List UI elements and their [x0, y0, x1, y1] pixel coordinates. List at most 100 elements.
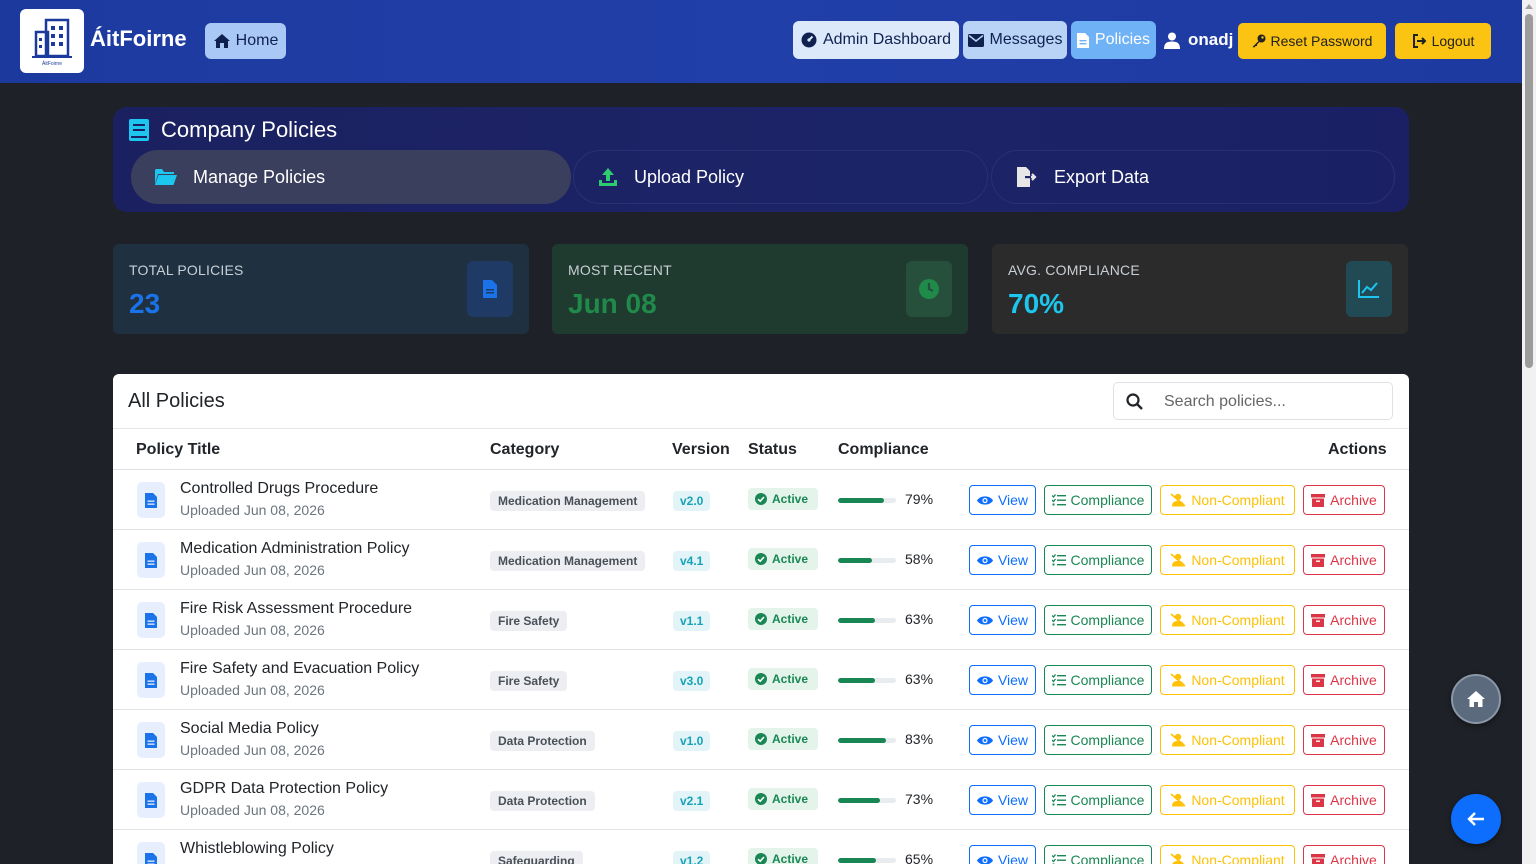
- archive-button[interactable]: Archive: [1303, 665, 1385, 695]
- policies-button[interactable]: Policies: [1071, 21, 1156, 59]
- compliance-progress-fill: [838, 858, 876, 863]
- compliance-button[interactable]: Compliance: [1044, 725, 1152, 755]
- policy-title[interactable]: Fire Risk Assessment Procedure: [180, 600, 412, 618]
- compliance-label: Compliance: [1070, 672, 1145, 688]
- non-compliant-button[interactable]: Non-Compliant: [1160, 665, 1295, 695]
- messages-label: Messages: [989, 31, 1063, 48]
- view-label: View: [997, 612, 1029, 628]
- column-header-compliance[interactable]: Compliance: [838, 441, 929, 459]
- policy-title[interactable]: Fire Safety and Evacuation Policy: [180, 660, 419, 678]
- column-header-title[interactable]: Policy Title: [136, 441, 220, 459]
- stat-label: AVG. COMPLIANCE: [1008, 262, 1140, 278]
- stat-label: MOST RECENT: [568, 262, 672, 278]
- reset-password-button[interactable]: Reset Password: [1238, 23, 1386, 59]
- version-badge: v3.0: [673, 671, 711, 691]
- user-menu[interactable]: onadj: [1164, 30, 1233, 50]
- messages-button[interactable]: Messages: [963, 21, 1067, 59]
- view-button[interactable]: View: [969, 845, 1036, 864]
- tab-manage-policies[interactable]: Manage Policies: [131, 150, 571, 204]
- status-badge: Active: [748, 728, 818, 750]
- table-row: Social Media Policy Uploaded Jun 08, 2026…: [113, 710, 1409, 770]
- compliance-percent: 83%: [905, 731, 934, 747]
- user-slash-icon: [1170, 793, 1186, 807]
- tab-upload-policy[interactable]: Upload Policy: [573, 150, 988, 204]
- compliance-percent: 63%: [905, 611, 934, 627]
- brand-logo[interactable]: ÁitFoirne: [20, 9, 84, 73]
- archive-button[interactable]: Archive: [1303, 845, 1385, 864]
- view-button[interactable]: View: [969, 605, 1036, 635]
- archive-label: Archive: [1330, 552, 1377, 568]
- policy-title[interactable]: Whistleblowing Policy: [180, 840, 334, 858]
- archive-button[interactable]: Archive: [1303, 785, 1385, 815]
- status-badge: Active: [748, 668, 818, 690]
- non-compliant-button[interactable]: Non-Compliant: [1160, 605, 1295, 635]
- non-compliant-button[interactable]: Non-Compliant: [1160, 725, 1295, 755]
- archive-button[interactable]: Archive: [1303, 605, 1385, 635]
- category-badge: Data Protection: [490, 731, 595, 751]
- non-compliant-button[interactable]: Non-Compliant: [1160, 545, 1295, 575]
- home-button[interactable]: Home: [205, 23, 286, 59]
- version-badge: v4.1: [673, 551, 711, 571]
- view-label: View: [997, 852, 1029, 864]
- policies-label: Policies: [1094, 31, 1151, 48]
- compliance-label: Compliance: [1070, 552, 1145, 568]
- floating-home-button[interactable]: [1451, 674, 1501, 724]
- compliance-button[interactable]: Compliance: [1044, 485, 1152, 515]
- version-badge: v2.0: [673, 491, 711, 511]
- tab-export-data[interactable]: Export Data: [991, 150, 1395, 204]
- document-icon: [137, 482, 165, 518]
- archive-button[interactable]: Archive: [1303, 725, 1385, 755]
- search-box[interactable]: [1113, 382, 1393, 420]
- policy-title[interactable]: Medication Administration Policy: [180, 540, 409, 558]
- non-compliant-button[interactable]: Non-Compliant: [1160, 785, 1295, 815]
- archive-button[interactable]: Archive: [1303, 545, 1385, 575]
- version-badge: v1.0: [673, 731, 711, 751]
- view-button[interactable]: View: [969, 725, 1036, 755]
- compliance-button[interactable]: Compliance: [1044, 545, 1152, 575]
- compliance-progress-bar: [838, 618, 896, 623]
- compliance-button[interactable]: Compliance: [1044, 605, 1152, 635]
- category-badge: Data Protection: [490, 791, 595, 811]
- policy-title[interactable]: GDPR Data Protection Policy: [180, 780, 388, 798]
- non-compliant-button[interactable]: Non-Compliant: [1160, 485, 1295, 515]
- column-header-version[interactable]: Version: [672, 441, 730, 459]
- compliance-progress-fill: [838, 678, 875, 683]
- view-button[interactable]: View: [969, 485, 1036, 515]
- compliance-percent: 73%: [905, 791, 934, 807]
- scroll-up-arrow-icon[interactable]: [1525, 4, 1533, 9]
- panel-title: All Policies: [128, 390, 225, 412]
- compliance-button[interactable]: Compliance: [1044, 845, 1152, 864]
- policy-title[interactable]: Social Media Policy: [180, 720, 319, 738]
- archive-button[interactable]: Archive: [1303, 485, 1385, 515]
- view-button[interactable]: View: [969, 665, 1036, 695]
- user-slash-icon: [1170, 613, 1186, 627]
- view-button[interactable]: View: [969, 545, 1036, 575]
- eye-icon: [976, 675, 993, 685]
- compliance-button[interactable]: Compliance: [1044, 785, 1152, 815]
- non-compliant-button[interactable]: Non-Compliant: [1160, 845, 1295, 864]
- archive-icon: [1311, 613, 1326, 627]
- view-label: View: [997, 792, 1029, 808]
- policy-uploaded-date: Uploaded Jun 08, 2026: [180, 802, 325, 818]
- column-header-status[interactable]: Status: [748, 441, 797, 459]
- category-badge: Safeguarding: [490, 851, 583, 864]
- check-circle-icon: [755, 853, 767, 864]
- page-title-text: Company Policies: [161, 117, 338, 142]
- scroll-thumb[interactable]: [1525, 14, 1533, 368]
- search-input[interactable]: [1164, 391, 1384, 413]
- admin-dashboard-button[interactable]: Admin Dashboard: [793, 21, 959, 59]
- floating-back-button[interactable]: [1451, 794, 1501, 844]
- stat-total-policies: TOTAL POLICIES 23: [113, 244, 529, 334]
- compliance-button[interactable]: Compliance: [1044, 665, 1152, 695]
- logout-button[interactable]: Logout: [1395, 23, 1491, 59]
- logo-caption: ÁitFoirne: [41, 60, 62, 67]
- column-header-category[interactable]: Category: [490, 441, 559, 459]
- view-button[interactable]: View: [969, 785, 1036, 815]
- document-icon: [137, 662, 165, 698]
- page-scrollbar[interactable]: [1522, 0, 1536, 864]
- eye-icon: [976, 555, 993, 565]
- logout-icon: [1412, 34, 1426, 48]
- compliance-label: Compliance: [1070, 792, 1145, 808]
- policy-title[interactable]: Controlled Drugs Procedure: [180, 480, 378, 498]
- brand-name[interactable]: ÁitFoirne: [90, 26, 187, 52]
